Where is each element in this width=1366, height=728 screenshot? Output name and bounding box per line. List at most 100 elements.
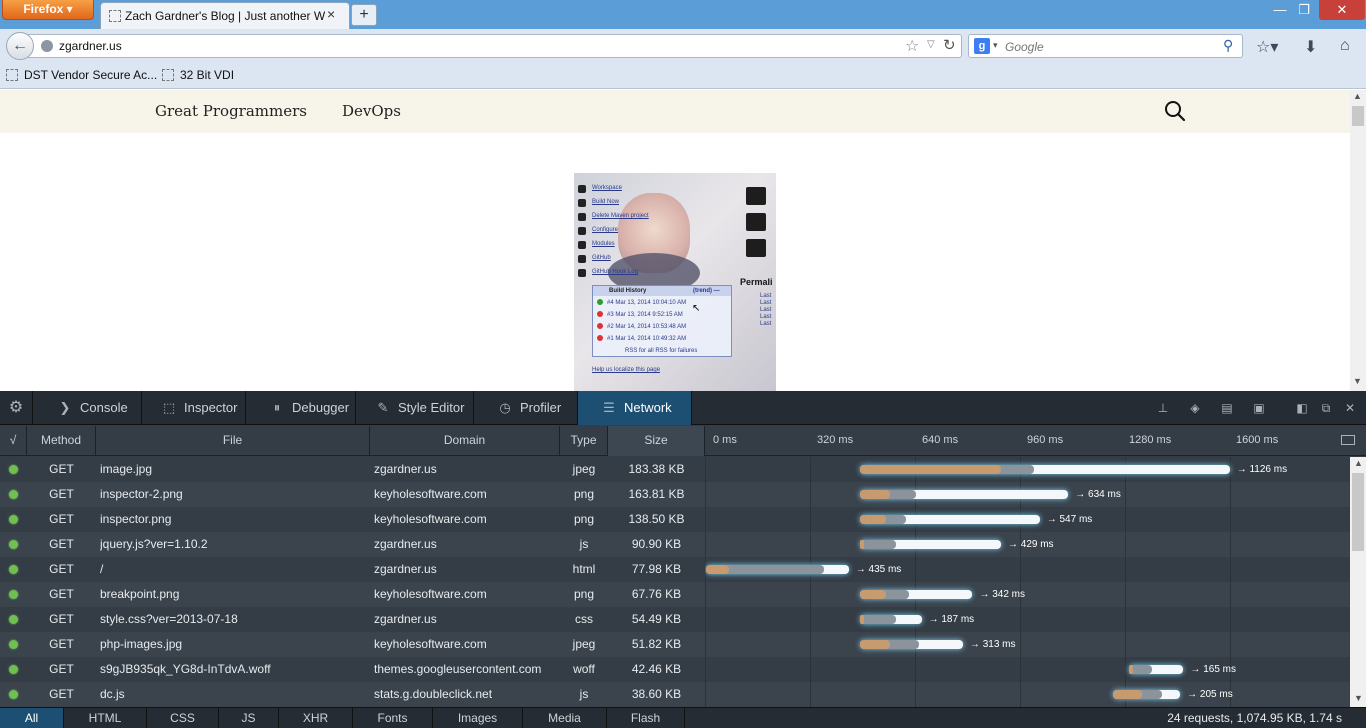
table-row[interactable]: GET style.css?ver=2013-07-18 zgardner.us cs… xyxy=(0,607,1350,632)
filter-all-button[interactable]: All xyxy=(0,708,64,728)
filter-xhr-button[interactable]: XHR xyxy=(279,708,353,728)
settings-gear-icon[interactable]: ⚙ xyxy=(0,391,33,425)
table-row[interactable]: GET / zgardner.us html 77.98 KB → 435 ms xyxy=(0,557,1350,582)
minimize-button[interactable]: — xyxy=(1268,0,1292,20)
table-row[interactable]: GET breakpoint.png keyholesoftware.com png 6… xyxy=(0,582,1350,607)
column-header-timeline[interactable]: 0 ms 320 ms 640 ms 960 ms 1280 ms 1600 m… xyxy=(705,426,1366,456)
table-row[interactable]: GET inspector-2.png keyholesoftware.com png… xyxy=(0,482,1350,507)
column-header-domain[interactable]: Domain xyxy=(370,426,560,456)
request-size: 51.82 KB xyxy=(631,637,682,651)
timing-connect-bar xyxy=(860,640,890,649)
address-bar[interactable]: zgardner.us ☆ ▽ ↻ xyxy=(28,34,962,58)
request-domain: zgardner.us xyxy=(374,562,437,576)
request-size: 77.98 KB xyxy=(631,562,682,576)
bookmark-star-icon[interactable]: ☆ xyxy=(905,36,919,56)
filter-media-button[interactable]: Media xyxy=(523,708,607,728)
history-dropdown-icon[interactable]: ▽ xyxy=(927,39,935,50)
table-row[interactable]: GET s9gJB935qk_YG8d-InTdvA.woff themes.goo… xyxy=(0,657,1350,682)
table-row[interactable]: GET inspector.png keyholesoftware.com png 13… xyxy=(0,507,1350,532)
table-row[interactable]: GET php-images.jpg keyholesoftware.com jpeg… xyxy=(0,632,1350,657)
build-history-panel: Build History (trend) — #4 Mar 13, 2014 … xyxy=(592,285,732,357)
menu-item: Build Now xyxy=(578,199,702,207)
tab-console[interactable]: ❯ Console xyxy=(34,391,142,425)
column-header-size[interactable]: Size xyxy=(608,426,705,456)
scroll-up-icon[interactable]: ▲ xyxy=(1354,458,1363,468)
close-devtools-icon[interactable]: ✕ xyxy=(1341,399,1359,417)
timeline-gridline xyxy=(1230,457,1231,482)
home-icon[interactable]: ⌂ xyxy=(1340,37,1350,55)
table-row[interactable]: GET dc.js stats.g.doubleclick.net js 38.60 K… xyxy=(0,682,1350,707)
timeline-gridline xyxy=(1020,607,1021,632)
status-ok-icon xyxy=(9,690,18,699)
filter-flash-button[interactable]: Flash xyxy=(607,708,685,728)
column-header-file[interactable]: File xyxy=(96,426,370,456)
tab-network[interactable]: ☰ Network xyxy=(578,391,692,425)
close-window-button[interactable]: ✕ xyxy=(1319,0,1365,20)
paint-flashing-icon[interactable]: ⊥ xyxy=(1154,399,1172,417)
request-method: GET xyxy=(49,537,74,551)
scratchpad-icon[interactable]: ▤ xyxy=(1218,399,1236,417)
timeline-gridline xyxy=(705,582,706,607)
requests-scrollbar[interactable]: ▲ ▼ xyxy=(1350,457,1366,707)
site-identity-icon[interactable] xyxy=(41,40,53,52)
search-input[interactable]: Google xyxy=(1005,40,1044,54)
timeline-gridline xyxy=(1230,507,1231,532)
reload-icon[interactable]: ↻ xyxy=(943,36,956,54)
bookmark-item[interactable]: 32 Bit VDI xyxy=(162,68,234,82)
engine-dropdown-icon[interactable]: ▾ xyxy=(993,40,998,51)
nav-link-great-programmers[interactable]: Great Programmers xyxy=(155,102,307,120)
bookmark-item[interactable]: DST Vendor Secure Ac... xyxy=(6,68,157,82)
tab-style-editor[interactable]: ✎ Style Editor xyxy=(356,391,474,425)
search-bar[interactable]: g ▾ Google ⚲ xyxy=(968,34,1243,58)
tab-debugger[interactable]: ⏸ Debugger xyxy=(246,391,356,425)
scroll-down-icon[interactable]: ▼ xyxy=(1354,693,1363,703)
filter-images-button[interactable]: Images xyxy=(433,708,523,728)
filter-html-button[interactable]: HTML xyxy=(64,708,147,728)
search-icon[interactable] xyxy=(1164,100,1186,122)
bookmarks-menu-icon[interactable]: ☆▾ xyxy=(1256,37,1278,57)
scrollbar-thumb[interactable] xyxy=(1352,106,1364,126)
request-size: 42.46 KB xyxy=(631,662,682,676)
table-row[interactable]: GET image.jpg zgardner.us jpeg 183.38 KB → 11… xyxy=(0,457,1350,482)
bookmarks-toolbar: DST Vendor Secure Ac... 32 Bit VDI xyxy=(0,63,1366,89)
column-header-status[interactable]: √ xyxy=(0,426,27,456)
tab-close-icon[interactable]: × xyxy=(327,6,335,22)
url-text[interactable]: zgardner.us xyxy=(59,39,122,53)
back-arrow-icon[interactable]: ← xyxy=(6,32,34,60)
timeline-gridline xyxy=(705,682,706,707)
filter-css-button[interactable]: CSS xyxy=(147,708,219,728)
nav-link-devops[interactable]: DevOps xyxy=(342,102,401,120)
3d-view-icon[interactable]: ◈ xyxy=(1186,399,1204,417)
build-row: #2 Mar 14, 2014 10:53:48 AM xyxy=(597,323,686,330)
filter-fonts-button[interactable]: Fonts xyxy=(353,708,433,728)
tab-inspector[interactable]: ⬚ Inspector xyxy=(142,391,246,425)
responsive-mode-icon[interactable]: ▣ xyxy=(1250,399,1268,417)
filter-js-button[interactable]: JS xyxy=(219,708,279,728)
firefox-menu-button[interactable]: Firefox ▾ xyxy=(2,0,94,20)
timeline-tick: 1280 ms xyxy=(1129,434,1172,446)
scrollbar-thumb[interactable] xyxy=(1352,473,1364,551)
column-header-type[interactable]: Type xyxy=(560,426,608,456)
browser-tab[interactable]: Zach Gardner's Blog | Just another Word.… xyxy=(100,2,350,29)
expand-timeline-icon[interactable] xyxy=(1341,435,1355,445)
download-arrow-icon[interactable]: ⬇ xyxy=(1304,37,1317,57)
timing-connect-bar xyxy=(860,515,887,524)
table-row[interactable]: GET jquery.js?ver=1.10.2 zgardner.us js 90.9… xyxy=(0,532,1350,557)
tab-profiler[interactable]: ◷ Profiler xyxy=(474,391,578,425)
page-scrollbar[interactable]: ▲ ▼ xyxy=(1350,90,1366,391)
new-tab-button[interactable]: + xyxy=(351,4,377,26)
network-filter-bar: All HTML CSS JS XHR Fonts Images Media F… xyxy=(0,707,1366,728)
undock-window-icon[interactable]: ⧉ xyxy=(1317,399,1335,417)
scroll-down-icon[interactable]: ▼ xyxy=(1353,376,1362,386)
timeline-gridline xyxy=(810,657,811,682)
scroll-up-icon[interactable]: ▲ xyxy=(1353,91,1362,101)
column-header-method[interactable]: Method xyxy=(27,426,96,456)
google-engine-icon[interactable]: g xyxy=(974,38,990,54)
request-type: css xyxy=(575,612,593,626)
search-icon[interactable]: ⚲ xyxy=(1223,37,1233,54)
request-domain: keyholesoftware.com xyxy=(374,512,487,526)
request-file: inspector.png xyxy=(100,512,172,526)
dock-side-icon[interactable]: ◧ xyxy=(1293,399,1311,417)
maximize-button[interactable]: ❐ xyxy=(1292,0,1316,20)
request-domain: keyholesoftware.com xyxy=(374,587,487,601)
